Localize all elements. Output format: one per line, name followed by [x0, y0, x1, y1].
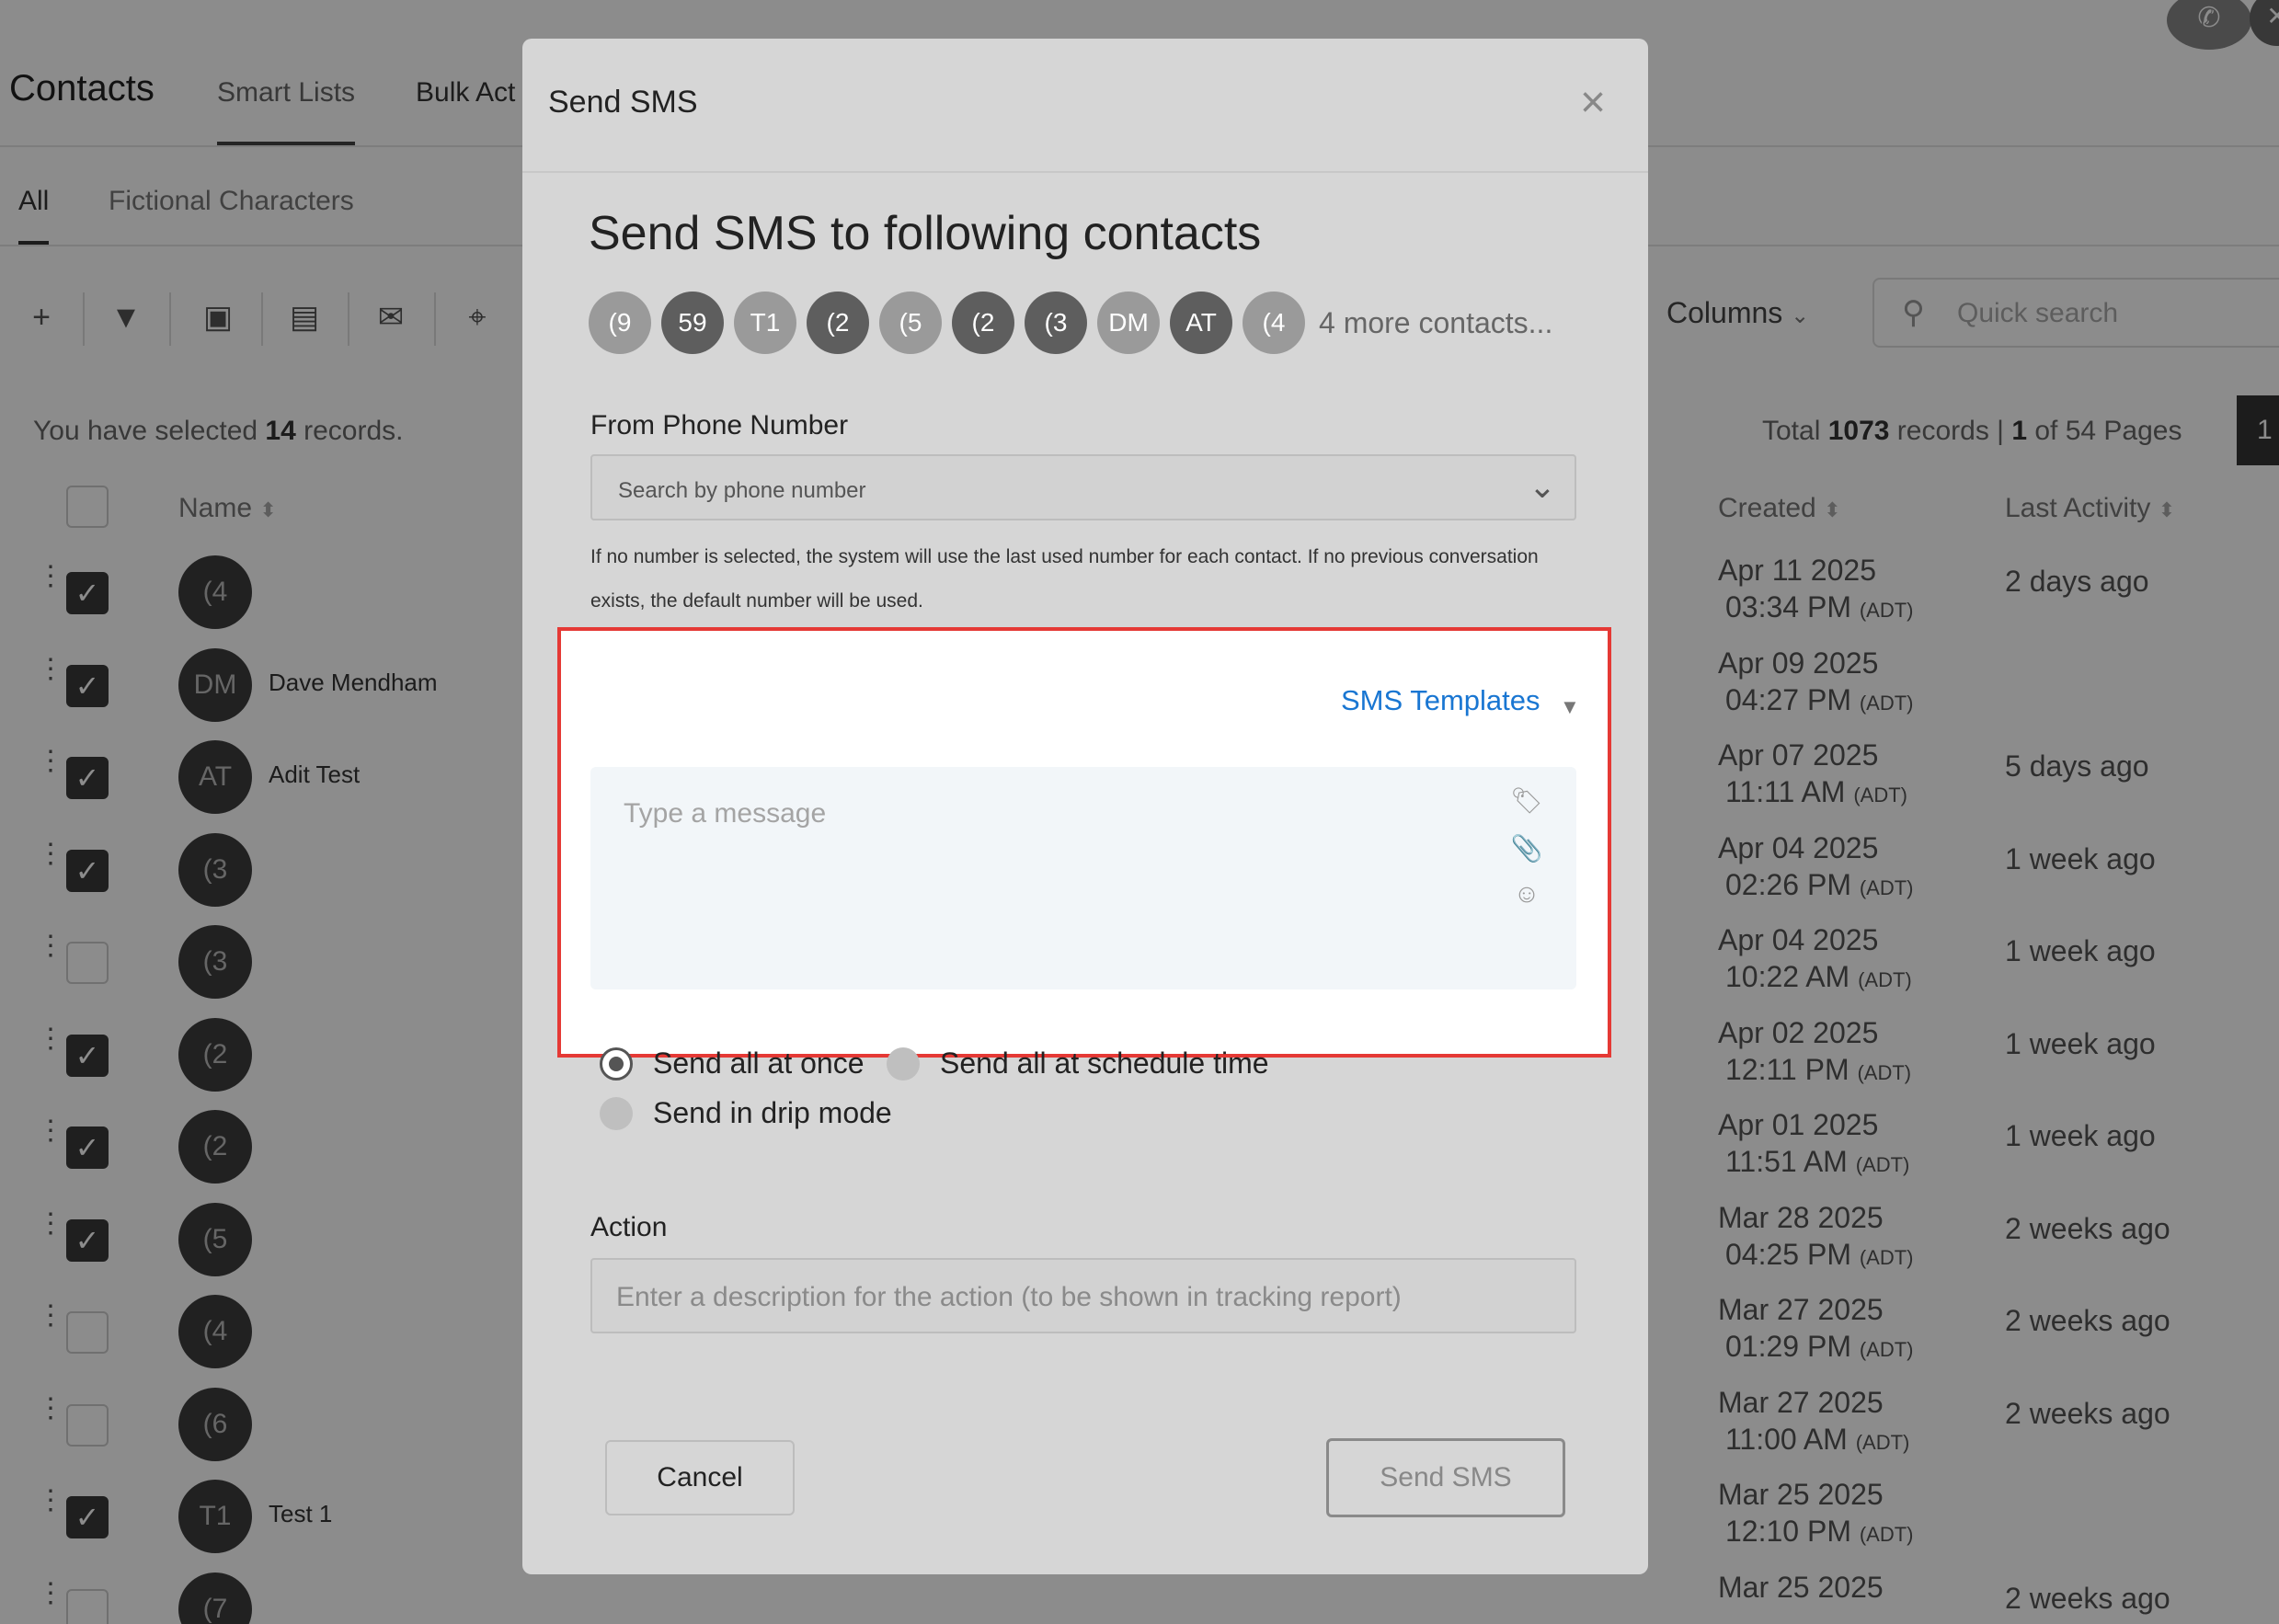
- sms-templates-dropdown[interactable]: SMS Templates: [1341, 684, 1540, 717]
- tag-icon[interactable]: 🏷: [1510, 785, 1543, 816]
- radio-send-all-at-once[interactable]: Send all at once: [600, 1046, 865, 1081]
- phone-number-select[interactable]: Search by phone number ⌄: [590, 454, 1576, 520]
- recipient-chip: 59: [661, 292, 724, 354]
- close-icon[interactable]: ×: [1580, 81, 1606, 125]
- recipient-chip: AT: [1170, 292, 1232, 354]
- modal-title: Send SMS: [548, 85, 698, 120]
- message-placeholder: Type a message: [624, 798, 827, 829]
- radio-label: Send all at once: [653, 1046, 865, 1080]
- from-phone-label: From Phone Number: [590, 410, 849, 440]
- radio-indicator[interactable]: [887, 1046, 920, 1081]
- phone-select-placeholder: Search by phone number: [618, 478, 866, 503]
- emoji-icon[interactable]: ☺: [1510, 879, 1543, 909]
- radio-label: Send all at schedule time: [940, 1046, 1269, 1080]
- recipient-chip: (5: [879, 292, 942, 354]
- radio-label: Send in drip mode: [653, 1096, 892, 1129]
- action-placeholder: Enter a description for the action (to b…: [616, 1282, 1402, 1312]
- message-textarea[interactable]: Type a message: [590, 767, 1576, 989]
- recipient-chip: (9: [589, 292, 651, 354]
- action-label: Action: [590, 1212, 668, 1242]
- modal-header: Send SMS ×: [522, 39, 1648, 173]
- recipient-chip: (2: [952, 292, 1014, 354]
- recipient-chips: (9 59 T1 (2 (5 (2 (3 DM AT (4 4 more contacts...: [589, 291, 1552, 355]
- cancel-button[interactable]: Cancel: [605, 1440, 795, 1515]
- send-sms-button[interactable]: Send SMS: [1326, 1438, 1565, 1517]
- radio-send-drip[interactable]: Send in drip mode: [600, 1096, 892, 1130]
- modal-heading: Send SMS to following contacts: [589, 207, 1262, 260]
- recipient-chip: T1: [734, 292, 796, 354]
- recipient-chip: DM: [1097, 292, 1160, 354]
- recipient-chip: (3: [1025, 292, 1087, 354]
- send-sms-modal: Send SMS × Send SMS to following contact…: [522, 39, 1648, 1574]
- recipient-chip: (2: [807, 292, 869, 354]
- chevron-down-icon: ⌄: [1528, 467, 1556, 505]
- caret-down-icon[interactable]: ▼: [1560, 695, 1580, 719]
- action-description-input[interactable]: Enter a description for the action (to b…: [590, 1258, 1576, 1333]
- recipient-chip: (4: [1243, 292, 1305, 354]
- radio-indicator[interactable]: [600, 1096, 633, 1130]
- more-contacts-link[interactable]: 4 more contacts...: [1319, 306, 1552, 340]
- phone-hint: If no number is selected, the system wil…: [590, 546, 1539, 612]
- paperclip-icon[interactable]: 📎: [1510, 833, 1543, 863]
- radio-indicator-selected[interactable]: [600, 1046, 633, 1081]
- radio-send-schedule[interactable]: Send all at schedule time: [887, 1046, 1269, 1081]
